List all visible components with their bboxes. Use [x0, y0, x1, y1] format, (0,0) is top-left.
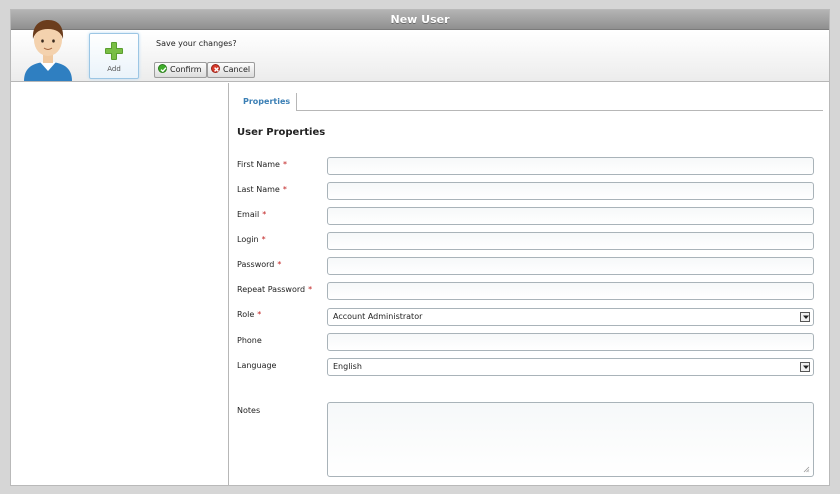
login-label: Login * — [237, 235, 266, 244]
required-mark: * — [261, 235, 266, 244]
toolbar: Add Save your changes? Confirm Cancel — [11, 20, 829, 82]
required-mark: * — [257, 310, 262, 319]
confirm-button-label: Confirm — [170, 65, 202, 74]
cancel-button-label: Cancel — [223, 65, 251, 74]
last-name-label: Last Name * — [237, 185, 287, 194]
plus-icon — [105, 42, 123, 60]
password-label: Password * — [237, 260, 282, 269]
phone-input[interactable] — [327, 333, 814, 351]
cancel-button[interactable]: Cancel — [207, 62, 256, 78]
add-button[interactable]: Add — [89, 33, 139, 79]
resize-grip-icon[interactable] — [803, 466, 810, 473]
required-mark: * — [308, 285, 313, 294]
phone-label: Phone — [237, 336, 262, 345]
tab-bar: Properties — [237, 93, 823, 111]
chevron-down-icon[interactable] — [800, 362, 810, 372]
window-title: New User — [11, 10, 829, 30]
required-mark: * — [262, 210, 267, 219]
properties-panel: Properties User Properties First Name * L… — [230, 83, 829, 485]
user-avatar-icon — [24, 20, 72, 81]
password-input[interactable] — [327, 257, 814, 275]
role-label: Role * — [237, 310, 262, 319]
tab-properties[interactable]: Properties — [237, 93, 298, 111]
first-name-input[interactable] — [327, 157, 814, 175]
x-circle-icon — [211, 64, 220, 73]
left-panel — [11, 83, 229, 485]
notes-label: Notes — [237, 406, 261, 415]
role-selected-value: Account Administrator — [333, 312, 423, 321]
save-question-text: Save your changes? — [156, 39, 237, 48]
language-selected-value: English — [333, 362, 362, 371]
required-mark: * — [282, 185, 287, 194]
email-label: Email * — [237, 210, 267, 219]
check-circle-icon — [158, 64, 167, 73]
repeat-password-input[interactable] — [327, 282, 814, 300]
required-mark: * — [282, 160, 287, 169]
add-button-label: Add — [107, 65, 121, 73]
language-select[interactable]: English — [327, 358, 814, 376]
notes-textarea[interactable] — [327, 402, 814, 477]
new-user-window: New User Add Save your changes? Confirm … — [10, 9, 830, 486]
role-select[interactable]: Account Administrator — [327, 308, 814, 326]
language-label: Language — [237, 361, 277, 370]
section-title: User Properties — [237, 127, 326, 138]
last-name-input[interactable] — [327, 182, 814, 200]
required-mark: * — [277, 260, 282, 269]
login-input[interactable] — [327, 232, 814, 250]
email-input[interactable] — [327, 207, 814, 225]
repeat-password-label: Repeat Password * — [237, 285, 313, 294]
chevron-down-icon[interactable] — [800, 312, 810, 322]
first-name-label: First Name * — [237, 160, 287, 169]
confirm-button[interactable]: Confirm — [154, 62, 207, 78]
